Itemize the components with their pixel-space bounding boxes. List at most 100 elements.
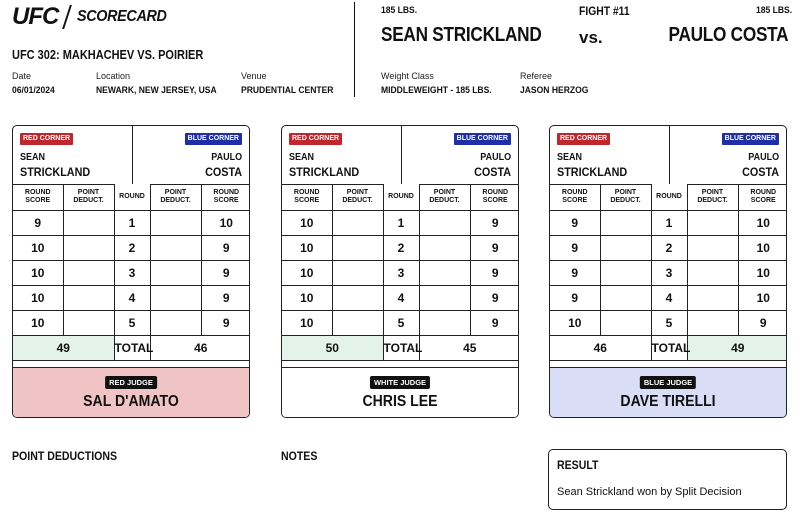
red-point-deduct — [63, 210, 115, 236]
header-divider-line — [401, 126, 402, 184]
blue-round-score-header: ROUND SCORE — [201, 184, 249, 211]
round-number: 5 — [382, 310, 420, 336]
score-header-row: ROUND SCORE POINT DEDUCT. ROUND POINT DE… — [550, 184, 786, 211]
doc-title: SCORECARD — [77, 8, 167, 25]
total-label: TOTAL — [113, 335, 153, 361]
red-point-deduct — [600, 260, 652, 286]
red-point-deduct — [600, 235, 652, 261]
blue-point-deduct — [419, 260, 471, 286]
red-first-name: SEAN — [557, 152, 583, 163]
blue-corner-fighter: PAULO COSTA — [205, 151, 242, 179]
red-point-deduct-header: POINT DEDUCT. — [332, 184, 384, 211]
event-name: UFC 302: MAKHACHEV VS. POIRIER — [12, 48, 204, 62]
ufc-wordmark: UFC — [12, 3, 59, 30]
venue-label: Venue — [241, 71, 267, 81]
blue-fighter-name: PAULO COSTA — [668, 24, 788, 46]
red-point-deduct-header: POINT DEDUCT. — [600, 184, 652, 211]
referee-label: Referee — [520, 71, 553, 81]
round-number: 2 — [382, 235, 420, 261]
red-round-score: 10 — [282, 285, 333, 311]
score-header-row: ROUND SCORE POINT DEDUCT. ROUND POINT DE… — [13, 184, 249, 211]
red-point-deduct — [600, 210, 652, 236]
blue-point-deduct — [150, 235, 202, 261]
blue-point-deduct — [150, 210, 202, 236]
header-divider — [354, 2, 355, 97]
result-box: RESULT Sean Strickland won by Split Deci… — [548, 449, 787, 510]
red-last-name: STRICKLAND — [289, 165, 360, 179]
vs-label: vs. — [579, 28, 603, 47]
blue-round-score: 9 — [201, 260, 249, 286]
judge-badge: WHITE JUDGE — [369, 376, 431, 389]
blue-round-score: 10 — [738, 235, 786, 261]
date-value: 06/01/2024 — [12, 85, 55, 96]
round-row: 10 5 9 — [550, 310, 786, 336]
blue-round-score: 9 — [470, 235, 518, 261]
blue-point-deduct — [150, 285, 202, 311]
total-row: 46 TOTAL 49 — [550, 335, 786, 361]
round-row: 10 5 9 — [13, 310, 249, 336]
red-round-score-header: ROUND SCORE — [282, 184, 333, 211]
blue-corner-badge: BLUE CORNER — [453, 133, 511, 145]
blue-total: 45 — [419, 335, 518, 361]
blue-corner-badge: BLUE CORNER — [721, 133, 779, 145]
date-label: Date — [12, 71, 32, 81]
blue-first-name: PAULO — [211, 152, 242, 163]
red-round-score: 10 — [13, 285, 64, 311]
blue-point-deduct-header: POINT DEDUCT. — [687, 184, 739, 211]
red-round-score: 10 — [550, 310, 601, 336]
blue-round-score: 9 — [738, 310, 786, 336]
red-point-deduct — [63, 285, 115, 311]
blue-round-score: 10 — [738, 285, 786, 311]
judge-area: RED JUDGE SAL D'AMATO — [13, 367, 249, 417]
red-point-deduct — [332, 210, 384, 236]
blue-round-score: 10 — [738, 260, 786, 286]
blue-last-name: COSTA — [474, 165, 511, 179]
red-corner-fighter: SEAN STRICKLAND — [289, 151, 359, 179]
red-first-name: SEAN — [20, 152, 46, 163]
red-fighter-name: SEAN STRICKLAND — [381, 24, 542, 46]
result-text: Sean Strickland won by Split Decision — [557, 486, 742, 498]
header-divider-line — [669, 126, 670, 184]
judge-name: CHRIS LEE — [362, 393, 438, 410]
round-row: 9 1 10 — [13, 210, 249, 236]
red-last-name: STRICKLAND — [20, 165, 91, 179]
round-row: 9 2 10 — [550, 235, 786, 261]
blue-round-score-header: ROUND SCORE — [738, 184, 786, 211]
round-number: 3 — [113, 260, 151, 286]
result-heading: RESULT — [557, 458, 599, 472]
blue-point-deduct — [150, 260, 202, 286]
red-point-deduct — [332, 310, 384, 336]
card-header: RED CORNER BLUE CORNER SEAN STRICKLAND P… — [550, 126, 786, 185]
round-row: 10 3 9 — [13, 260, 249, 286]
blue-round-score: 9 — [201, 285, 249, 311]
red-round-score: 10 — [282, 260, 333, 286]
notes-heading: NOTES — [281, 449, 318, 463]
blue-point-deduct — [687, 235, 739, 261]
red-round-score: 10 — [13, 310, 64, 336]
blue-last-name: COSTA — [205, 165, 242, 179]
blue-point-deduct — [419, 210, 471, 236]
total-label: TOTAL — [382, 335, 422, 361]
judge-scorecard-1: RED CORNER BLUE CORNER SEAN STRICKLAND P… — [12, 125, 250, 418]
blue-round-score: 10 — [738, 210, 786, 236]
total-row: 50 TOTAL 45 — [282, 335, 518, 361]
red-round-score: 9 — [550, 235, 601, 261]
blue-first-name: PAULO — [480, 152, 511, 163]
red-point-deduct — [600, 285, 652, 311]
red-round-score-header: ROUND SCORE — [550, 184, 601, 211]
location-value: NEWARK, NEW JERSEY, USA — [96, 85, 217, 96]
blue-point-deduct — [687, 310, 739, 336]
score-table: ROUND SCORE POINT DEDUCT. ROUND POINT DE… — [550, 184, 786, 361]
card-header: RED CORNER BLUE CORNER SEAN STRICKLAND P… — [282, 126, 518, 185]
fight-number: FIGHT #11 — [579, 6, 630, 18]
judge-badge: BLUE JUDGE — [639, 376, 697, 389]
weight-class-label: Weight Class — [381, 71, 434, 81]
blue-point-deduct — [687, 210, 739, 236]
round-number: 2 — [650, 235, 688, 261]
venue-value: PRUDENTIAL CENTER — [241, 85, 334, 96]
round-number: 4 — [382, 285, 420, 311]
red-point-deduct — [332, 285, 384, 311]
red-round-score: 10 — [282, 310, 333, 336]
red-round-score: 9 — [13, 210, 64, 236]
blue-round-score-header: ROUND SCORE — [470, 184, 518, 211]
